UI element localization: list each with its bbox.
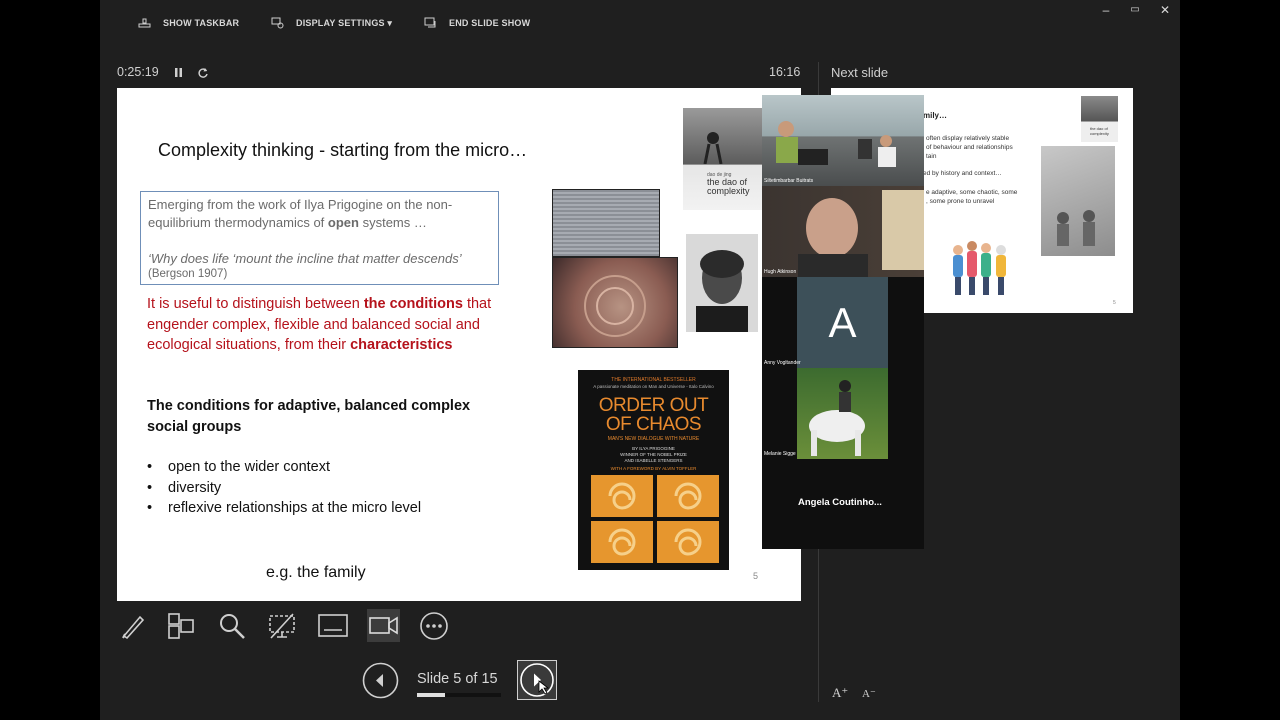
- conditions-list: • open to the wider context • diversity • r…: [147, 457, 507, 519]
- conditions-heading: The conditions for adaptive, balanced co…: [147, 398, 471, 435]
- next-dao-book-title: the dao of complexity: [1090, 126, 1109, 136]
- display-settings-icon: [271, 17, 284, 29]
- participant-name: Anny Vogltander: [764, 360, 801, 366]
- magnifier-icon: [220, 614, 245, 639]
- elapsed-timer: 0:25:19: [117, 65, 159, 79]
- pause-timer-button[interactable]: [174, 66, 184, 84]
- book2-blurb: A passionate meditation on Man and Unive…: [593, 384, 714, 389]
- more-icon: [420, 612, 448, 640]
- participant-avatar: A: [797, 277, 888, 368]
- conditions-paragraph: It is useful to distinguish between the …: [147, 294, 492, 356]
- red-text-pre: It is useful to distinguish between: [147, 296, 364, 312]
- display-settings-button[interactable]: DISPLAY SETTINGS ▾: [271, 14, 392, 32]
- participant-tile[interactable]: Hugh Atkinson: [762, 186, 924, 277]
- minimize-button[interactable]: –: [1098, 3, 1114, 17]
- participant-tile[interactable]: Siltetimbarbar Buitrats: [762, 95, 924, 186]
- quote-line-2-pre: equilibrium thermodynamics of: [148, 215, 328, 230]
- participants-panel: Siltetimbarbar Buitrats Hugh Atkinson A …: [762, 95, 924, 549]
- pause-icon: [175, 68, 182, 77]
- participant-tile[interactable]: Angela Coutinho...: [762, 459, 924, 549]
- chevron-right-icon: [520, 663, 554, 697]
- quote-open-word: open: [327, 215, 359, 230]
- show-taskbar-label: SHOW TASKBAR: [163, 18, 240, 28]
- book2-tag: THE INTERNATIONAL BESTSELLER: [611, 377, 696, 383]
- participant-video: [797, 368, 888, 459]
- quote-line-2: equilibrium thermodynamics of open syste…: [148, 214, 498, 232]
- red-bold-characteristics: characteristics: [350, 337, 453, 353]
- book2-subtitle: MAN'S NEW DIALOGUE WITH NATURE: [607, 436, 700, 442]
- book2-authors: BY ILYA PRIGOGINE WINNER OF THE NOBEL PRI…: [620, 446, 687, 463]
- bergson-quote: ‘Why does life ‘mount the incline that m…: [148, 251, 462, 266]
- increase-font-button[interactable]: A⁺: [832, 685, 848, 701]
- quote-box: Emerging from the work of Ilya Prigogine…: [140, 191, 499, 285]
- decrease-font-button[interactable]: A⁻: [862, 687, 876, 700]
- quote-text: Emerging from the work of Ilya Prigogine…: [148, 196, 498, 281]
- next-body-1: often display relatively stable of behavi…: [926, 135, 1013, 160]
- next-line-1: mily…: [923, 111, 948, 120]
- slide-title: Complexity thinking - starting from the …: [158, 140, 528, 160]
- book2-title: ORDER OUT OF CHAOS: [598, 395, 709, 435]
- next-page-number: 5: [1113, 300, 1116, 306]
- taskbar-icon: [138, 18, 151, 28]
- more-options-button[interactable]: [419, 611, 449, 646]
- next-family-photo: [1041, 146, 1115, 256]
- zoom-button[interactable]: [217, 611, 247, 646]
- end-slide-show-label: END SLIDE SHOW: [449, 18, 531, 28]
- quote-line-2-post: systems …: [358, 215, 427, 230]
- book2-spiral-art: [591, 475, 719, 563]
- subtitles-button[interactable]: [317, 611, 349, 646]
- bergson-source: (Bergson 1907): [148, 268, 228, 280]
- fluid-pattern-image: [552, 189, 660, 257]
- participant-name: Melanie Sigge: [764, 451, 796, 457]
- order-out-of-chaos-book: THE INTERNATIONAL BESTSELLER A passionat…: [578, 370, 729, 570]
- subtitles-icon: [318, 614, 348, 637]
- slide-progress-fill: [417, 693, 445, 697]
- next-slide-label: Next slide: [831, 65, 889, 80]
- chevron-left-icon: [362, 662, 399, 699]
- show-taskbar-button[interactable]: SHOW TASKBAR: [138, 14, 239, 32]
- pen-tool-button[interactable]: [118, 611, 148, 646]
- participant-name: Siltetimbarbar Buitrats: [764, 178, 814, 184]
- restore-button[interactable]: ▭: [1127, 4, 1143, 15]
- book2-foreword: WITH A FOREWORD BY ALVIN TOFFLER: [610, 466, 697, 471]
- participant-name: Hugh Atkinson: [764, 269, 797, 275]
- dao-book-title: the dao of complexity: [707, 177, 750, 196]
- next-body-2: e adaptive, some chaotic, some, some pro…: [926, 189, 1018, 205]
- participant-name: Angela Coutinho...: [798, 497, 882, 508]
- video-camera-icon: [369, 616, 398, 635]
- example-text: e.g. the family: [266, 564, 366, 581]
- next-slide-button[interactable]: [517, 660, 557, 700]
- participant-tile[interactable]: A Anny Vogltander: [762, 277, 924, 368]
- restart-timer-button[interactable]: [197, 66, 209, 84]
- grid-icon: [168, 613, 194, 639]
- previous-slide-button[interactable]: [362, 662, 399, 704]
- next-family-illustration: [946, 236, 1016, 300]
- camera-toggle-button[interactable]: [367, 609, 400, 642]
- slide-page-number: 5: [753, 571, 759, 581]
- next-line-5: ed by history and context…: [923, 170, 1002, 177]
- dao-complexity-book-image: dao de jing the dao of complexity: [683, 108, 763, 210]
- bullet-item: • diversity: [147, 479, 222, 496]
- next-dao-book-image: the dao of complexity: [1081, 96, 1118, 142]
- black-screen-button[interactable]: [267, 611, 297, 646]
- end-show-icon: [424, 17, 436, 28]
- petri-dish-image: [552, 257, 678, 348]
- quote-line-1: Emerging from the work of Ilya Prigogine…: [148, 197, 453, 212]
- see-all-slides-button[interactable]: [166, 611, 196, 646]
- slide-counter: Slide 5 of 15: [417, 671, 498, 687]
- display-settings-label: DISPLAY SETTINGS ▾: [296, 17, 393, 28]
- pen-icon: [122, 615, 145, 640]
- restart-icon: [198, 68, 208, 78]
- screen-slash-icon: [269, 613, 295, 639]
- bullet-item: • open to the wider context: [147, 459, 331, 475]
- close-button[interactable]: ✕: [1157, 3, 1173, 17]
- current-slide[interactable]: Complexity thinking - starting from the …: [117, 88, 801, 601]
- clock: 16:16: [769, 65, 801, 79]
- bullet-item: • reflexive relationships at the micro le…: [147, 500, 422, 516]
- prigogine-portrait: [686, 234, 758, 332]
- red-bold-conditions: the conditions: [363, 296, 463, 312]
- slide-progress-track: [417, 693, 501, 697]
- participant-tile[interactable]: Melanie Sigge: [762, 368, 924, 459]
- end-slide-show-button[interactable]: END SLIDE SHOW: [424, 14, 530, 32]
